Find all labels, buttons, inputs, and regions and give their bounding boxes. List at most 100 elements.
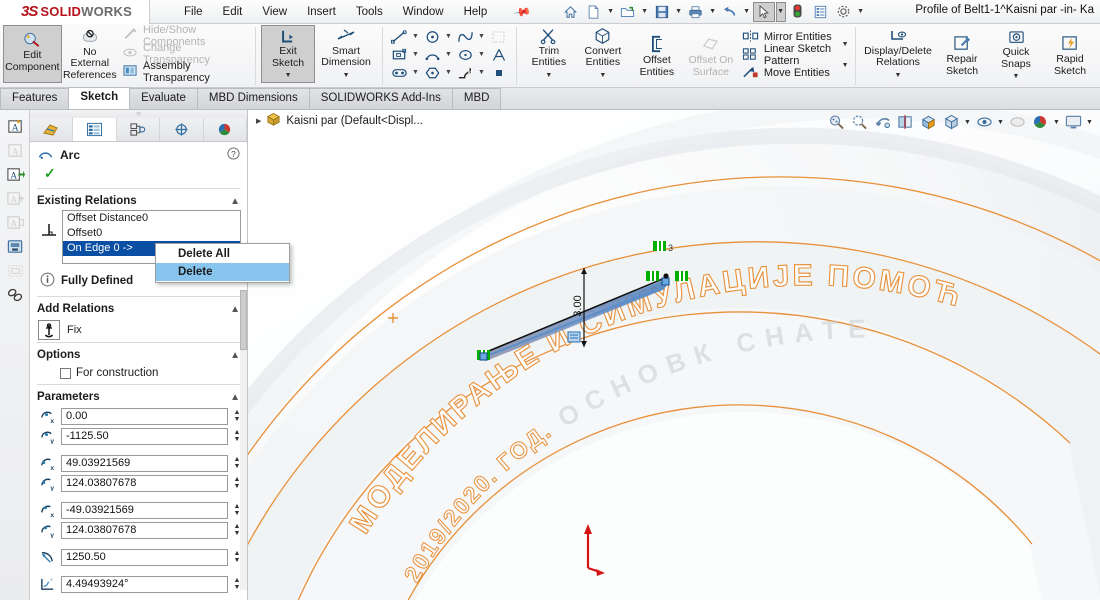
tab-evaluate[interactable]: Evaluate [129, 88, 198, 109]
dimxpert-manager-tab[interactable] [160, 118, 204, 141]
appearances-icon[interactable] [1029, 112, 1051, 132]
slot-tool-caret-icon[interactable]: ▼ [412, 69, 421, 76]
circle-tool[interactable]: ▼ [421, 28, 454, 45]
zoom-to-fit-icon[interactable] [825, 112, 847, 132]
existing-relations-header[interactable]: Existing Relations ▲ [30, 191, 247, 210]
decal-icon[interactable] [2, 283, 28, 306]
quick-snaps-button[interactable]: Quick Snaps ▼ [989, 25, 1043, 83]
expand-arrow-icon[interactable]: ▶ [256, 117, 261, 125]
angle-input[interactable] [61, 575, 228, 593]
previous-view-icon[interactable] [871, 112, 893, 132]
zoom-to-area-icon[interactable] [848, 112, 870, 132]
spline-tool-caret-icon[interactable]: ▼ [478, 33, 487, 40]
print-icon[interactable] [685, 2, 707, 22]
tab-sketch[interactable]: Sketch [68, 87, 131, 109]
smart-dimension-caret-icon[interactable]: ▼ [343, 70, 350, 82]
viewport-layout-caret-icon[interactable]: ▼ [1085, 119, 1094, 126]
polygon-tool[interactable]: ▼ [421, 64, 454, 81]
accept-check-icon[interactable]: ✓ [30, 165, 247, 186]
smart-dimension-button[interactable]: Smart Dimension ▼ [315, 25, 377, 83]
options-list-icon[interactable] [810, 2, 832, 22]
end-x-input[interactable] [61, 501, 228, 519]
open-folder-icon[interactable] [617, 2, 639, 22]
linear-sketch-pattern-button[interactable]: Linear Sketch Pattern [738, 43, 840, 67]
surface-finish-icon[interactable]: A [2, 139, 28, 162]
display-delete-relations-button[interactable]: Display/Delete Relations ▼ [861, 25, 935, 83]
ellipse-tool[interactable]: ▼ [454, 46, 487, 63]
polygon-tool-caret-icon[interactable]: ▼ [445, 69, 454, 76]
tab-mbd[interactable]: MBD [451, 88, 502, 109]
display-delete-relations-caret-icon[interactable]: ▼ [895, 70, 902, 82]
help-question-icon[interactable]: ? [227, 147, 240, 163]
parameters-header[interactable]: Parameters ▲ [30, 387, 247, 406]
assembly-transparency-button[interactable]: Assembly Transparency [118, 60, 250, 84]
section-view-icon[interactable] [894, 112, 916, 132]
menu-item-window[interactable]: Window [393, 3, 454, 21]
chevron-up-icon[interactable]: ▲ [230, 350, 240, 361]
select-arrow-icon[interactable] [752, 1, 775, 22]
point-tool[interactable] [487, 64, 511, 81]
rebuild-traffic-light-icon[interactable] [787, 2, 809, 22]
circle-tool-caret-icon[interactable]: ▼ [445, 33, 454, 40]
save-icon[interactable] [651, 2, 673, 22]
new-document-icon[interactable] [583, 2, 605, 22]
fillet-tool[interactable]: ▼ [454, 64, 487, 81]
open-folder-caret-icon[interactable]: ▼ [640, 8, 650, 15]
hole-callout-icon[interactable]: A [2, 211, 28, 234]
arc-tool[interactable]: ▼ [421, 46, 454, 63]
appearances-caret-icon[interactable]: ▼ [1052, 119, 1061, 126]
chevron-up-icon[interactable]: ▲ [230, 392, 240, 403]
for-construction-row[interactable]: For construction [30, 364, 247, 382]
select-caret-icon[interactable]: ▼ [775, 1, 786, 22]
repair-sketch-button[interactable]: Repair Sketch [935, 25, 989, 83]
spline-tool[interactable]: ▼ [454, 28, 487, 45]
note-annotation-icon[interactable]: A [2, 115, 28, 138]
datum-feature-icon[interactable]: A [2, 187, 28, 210]
menu-item-delete-all[interactable]: Delete All [156, 245, 289, 263]
scrollbar-thumb[interactable] [240, 290, 247, 350]
rectangle-tool[interactable]: ▼ [388, 46, 421, 63]
display-manager-tab[interactable] [204, 118, 247, 141]
trim-entities-caret-icon[interactable]: ▼ [545, 70, 552, 82]
menu-item-insert[interactable]: Insert [297, 3, 346, 21]
menu-item-edit[interactable]: Edit [213, 3, 253, 21]
start-y-input[interactable] [61, 474, 228, 492]
new-document-caret-icon[interactable]: ▼ [606, 8, 616, 15]
panel-drag-handle[interactable]: ○ [30, 110, 247, 118]
menu-item-file[interactable]: File [174, 3, 213, 21]
geometric-tolerance-icon[interactable]: A [2, 163, 28, 186]
menu-item-delete[interactable]: Delete [156, 263, 289, 281]
menu-item-tools[interactable]: Tools [346, 3, 393, 21]
offset-entities-button[interactable]: Offset Entities [630, 25, 684, 83]
chevron-up-icon[interactable]: ▲ [230, 196, 240, 207]
panel-scrollbar[interactable] [240, 290, 247, 590]
undo-caret-icon[interactable]: ▼ [742, 8, 752, 15]
linear-pattern-caret-icon[interactable]: ▼ [840, 41, 850, 48]
hide-show-items-caret-icon[interactable]: ▼ [996, 119, 1005, 126]
for-construction-checkbox[interactable] [60, 367, 71, 379]
display-style-icon[interactable] [940, 112, 962, 132]
list-item[interactable]: Offset0 [63, 226, 240, 241]
exit-sketch-caret-icon[interactable]: ▼ [285, 70, 292, 82]
tab-features[interactable]: Features [0, 88, 70, 109]
list-item[interactable]: Offset Distance0 [63, 211, 240, 226]
line-tool[interactable]: ▼ [388, 28, 421, 45]
add-relations-header[interactable]: Add Relations ▲ [30, 299, 247, 318]
edit-component-button[interactable]: Edit Component [3, 25, 62, 83]
view-orientation-icon[interactable] [917, 112, 939, 132]
configuration-manager-tab[interactable] [117, 118, 161, 141]
rapid-sketch-button[interactable]: Rapid Sketch [1043, 25, 1097, 83]
print-caret-icon[interactable]: ▼ [708, 8, 718, 15]
convert-entities-button[interactable]: Convert Entities ▼ [576, 25, 630, 83]
chevron-up-icon[interactable]: ▲ [230, 304, 240, 315]
arc-tool-caret-icon[interactable]: ▼ [445, 51, 454, 58]
rectangle-tool-caret-icon[interactable]: ▼ [412, 51, 421, 58]
convert-entities-caret-icon[interactable]: ▼ [599, 70, 606, 82]
fillet-tool-caret-icon[interactable]: ▼ [478, 69, 487, 76]
feature-tree-row[interactable]: ▶ Kaisni par (Default<Displ... [256, 112, 423, 129]
trim-entities-button[interactable]: Trim Entities ▼ [522, 25, 576, 83]
start-x-input[interactable] [61, 454, 228, 472]
property-manager-tab[interactable] [73, 118, 117, 141]
display-style-caret-icon[interactable]: ▼ [963, 119, 972, 126]
ellipse-tool-caret-icon[interactable]: ▼ [478, 51, 487, 58]
